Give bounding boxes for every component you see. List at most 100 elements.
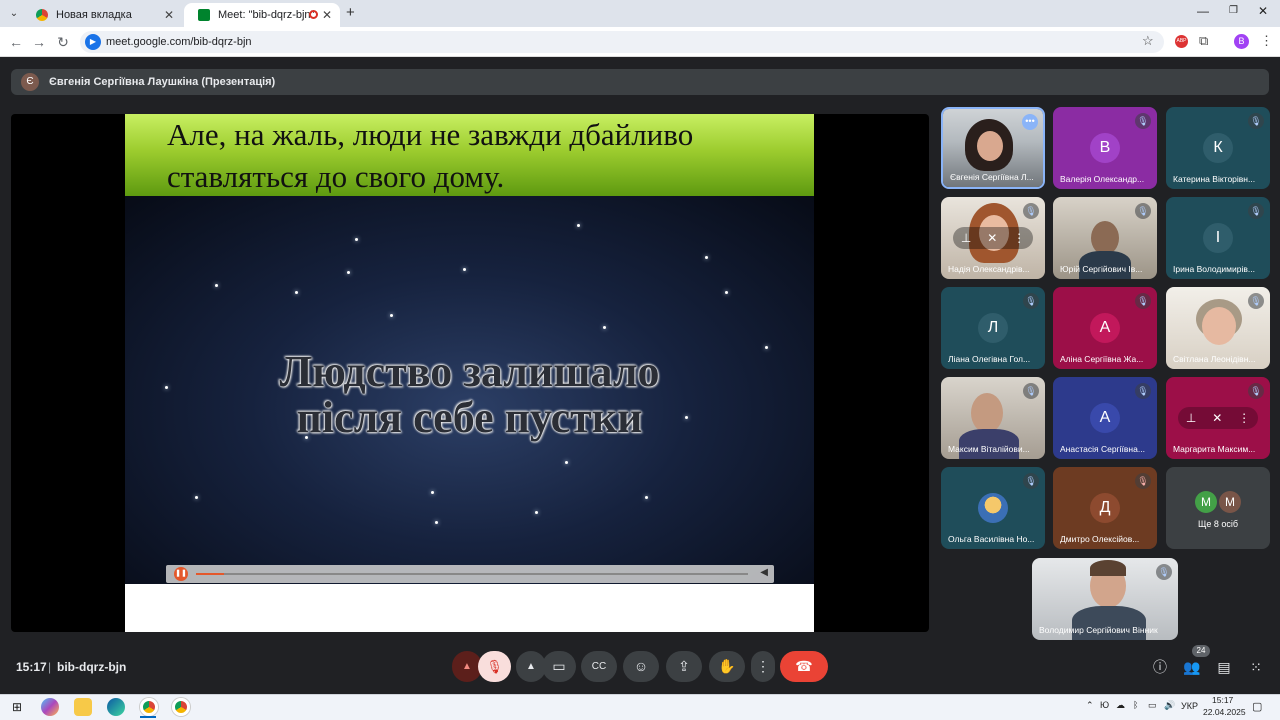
tab-meet[interactable]: Meet: "bib-dqrz-bjn" ✕ xyxy=(184,3,340,27)
volume-icon[interactable]: ◀ xyxy=(760,567,768,578)
pause-button[interactable]: ❚❚ xyxy=(174,567,188,581)
slide-header: Але, на жаль, люди не завжди дбайливо ст… xyxy=(125,114,814,196)
minimize-icon[interactable]: — xyxy=(1197,4,1209,18)
tray-expand-icon[interactable]: ⌃ xyxy=(1086,700,1094,711)
menu-icon[interactable]: ⋮ xyxy=(1260,33,1273,49)
participant-tile[interactable]: ••• Євгенія Сергіївна Л... xyxy=(941,107,1045,189)
more-participants-tile[interactable]: М М Ще 8 осіб xyxy=(1166,467,1270,549)
onedrive-icon[interactable]: ☁ xyxy=(1116,700,1125,711)
mic-off-icon: 🎙 xyxy=(1135,113,1151,129)
pin-icon[interactable]: ⊥ xyxy=(1186,411,1196,425)
presenter-title: Євгенія Сергіївна Лаушкіна (Презентація) xyxy=(49,76,276,88)
self-view-tile[interactable]: 🎙 Володимир Сергійович Вінник xyxy=(1032,558,1178,640)
participant-tile[interactable]: 🎙 Ольга Василівна Но... xyxy=(941,467,1045,549)
star xyxy=(215,284,218,287)
participant-tile[interactable]: І 🎙 Ірина Володимирів... xyxy=(1166,197,1270,279)
participant-name: Ольга Василівна Но... xyxy=(948,534,1035,544)
captions-button[interactable]: CC xyxy=(581,651,617,682)
extensions-icon[interactable]: ⧉ xyxy=(1199,33,1208,49)
avatar: К xyxy=(1203,133,1233,163)
windows-start-icon[interactable]: ⊞ xyxy=(8,698,26,716)
more-options-icon[interactable]: ••• xyxy=(1022,114,1038,130)
adblock-extension-icon[interactable]: ABP xyxy=(1175,35,1188,48)
people-icon[interactable]: 👥 xyxy=(1182,658,1202,676)
participant-tile[interactable]: ⊥ ✕ ⋮ 🎙 Маргарита Максим... xyxy=(1166,377,1270,459)
tab-new-tab[interactable]: Новая вкладка ✕ xyxy=(22,3,182,27)
chat-icon[interactable]: ▤ xyxy=(1214,658,1234,676)
mic-toggle-button[interactable]: 🎙 xyxy=(478,651,511,682)
chrome-icon[interactable] xyxy=(172,698,190,716)
tab-search-button[interactable]: ⌄ xyxy=(6,6,22,22)
avatar: В xyxy=(1090,133,1120,163)
tray-app-icon[interactable]: Ю xyxy=(1100,700,1109,710)
mute-icon[interactable]: ✕ xyxy=(1212,411,1222,425)
close-icon[interactable]: ✕ xyxy=(322,8,332,22)
star xyxy=(705,256,708,259)
participant-tile[interactable]: Д 🎙 Дмитро Олексійов... xyxy=(1053,467,1157,549)
star xyxy=(390,314,393,317)
slide-main-text: після себе пустки xyxy=(125,392,814,443)
participant-tile[interactable]: 🎙 Максим Віталійови... xyxy=(941,377,1045,459)
mute-icon[interactable]: ✕ xyxy=(987,231,997,245)
reload-icon[interactable]: ↻ xyxy=(55,34,71,50)
avatar: М xyxy=(1219,491,1241,513)
tab-title: Meet: "bib-dqrz-bjn" xyxy=(218,9,315,21)
participant-tile[interactable]: А 🎙 Аліна Сергіївна Жа... xyxy=(1053,287,1157,369)
back-icon[interactable]: ← xyxy=(8,34,24,50)
new-tab-button[interactable]: + xyxy=(346,4,355,21)
edge-icon[interactable] xyxy=(107,698,125,716)
meeting-time: 15:17 xyxy=(16,660,47,674)
copilot-icon[interactable] xyxy=(41,698,59,716)
reactions-button[interactable]: ☺ xyxy=(623,651,659,682)
participant-tile[interactable]: 🎙 Юрій Сергійович Ів... xyxy=(1053,197,1157,279)
star xyxy=(565,461,568,464)
chrome-icon[interactable] xyxy=(140,698,158,716)
people-count-badge: 24 xyxy=(1192,645,1210,657)
address-bar[interactable]: ▶ meet.google.com/bib-dqrz-bjn xyxy=(80,31,1164,53)
avatar: Є xyxy=(21,73,39,91)
more-options-icon[interactable]: ⋮ xyxy=(1238,411,1250,425)
file-explorer-icon[interactable] xyxy=(74,698,92,716)
forward-icon[interactable]: → xyxy=(31,34,47,50)
bookmark-star-icon[interactable]: ☆ xyxy=(1142,33,1154,49)
network-icon[interactable]: ▭ xyxy=(1148,700,1157,711)
hover-controls: ⊥ ✕ ⋮ xyxy=(1178,407,1258,429)
person-face xyxy=(977,131,1003,161)
more-options-button[interactable]: ⋮ xyxy=(751,651,775,682)
pin-icon[interactable]: ⊥ xyxy=(961,231,971,245)
avatar-photo xyxy=(978,493,1008,523)
profile-avatar[interactable]: B xyxy=(1234,34,1249,49)
close-window-icon[interactable]: ✕ xyxy=(1258,4,1268,18)
participant-tile[interactable]: ⊥ ✕ ⋮ 🎙 Надія Олександрів... xyxy=(941,197,1045,279)
seek-track[interactable] xyxy=(196,573,748,575)
raise-hand-button[interactable]: ✋ xyxy=(709,651,745,682)
participant-tile[interactable]: А 🎙 Анастасія Сергіївна... xyxy=(1053,377,1157,459)
participant-name: Володимир Сергійович Вінник xyxy=(1039,625,1158,635)
info-icon[interactable]: ⓘ xyxy=(1150,658,1170,676)
slide-footer xyxy=(125,584,814,632)
more-options-icon[interactable]: ⋮ xyxy=(1013,231,1025,245)
star xyxy=(355,238,358,241)
input-language[interactable]: УКР xyxy=(1181,701,1198,711)
site-info-icon[interactable]: ▶ xyxy=(85,34,101,50)
slide-line: ставляться до свого дому. xyxy=(167,159,505,194)
notifications-icon[interactable]: ▢ xyxy=(1252,700,1262,713)
taskbar-time[interactable]: 15:17 xyxy=(1212,695,1233,705)
participant-name: Ірина Володимирів... xyxy=(1173,264,1255,274)
volume-icon[interactable]: 🔊 xyxy=(1164,700,1175,711)
present-button[interactable]: ⇪ xyxy=(666,651,702,682)
participant-name: Надія Олександрів... xyxy=(948,264,1030,274)
end-call-button[interactable]: ☎ xyxy=(780,651,828,682)
participant-tile[interactable]: К 🎙 Катерина Вікторівн... xyxy=(1166,107,1270,189)
slide-starfield: Людство залишало після себе пустки xyxy=(125,196,814,584)
bluetooth-icon[interactable]: ᛒ xyxy=(1133,700,1138,710)
restore-icon[interactable]: ❐ xyxy=(1229,5,1238,16)
taskbar-date[interactable]: 22.04.2025 xyxy=(1203,707,1246,717)
activities-icon[interactable]: ⁙ xyxy=(1246,658,1266,676)
camera-toggle-button[interactable]: ▭ xyxy=(542,651,576,682)
participant-tile[interactable]: В 🎙 Валерія Олександр... xyxy=(1053,107,1157,189)
person-head xyxy=(971,393,1003,433)
close-icon[interactable]: ✕ xyxy=(164,8,174,22)
participant-tile[interactable]: Л 🎙 Ліана Олегівна Гол... xyxy=(941,287,1045,369)
participant-tile[interactable]: 🎙 Світлана Леонідівн... xyxy=(1166,287,1270,369)
